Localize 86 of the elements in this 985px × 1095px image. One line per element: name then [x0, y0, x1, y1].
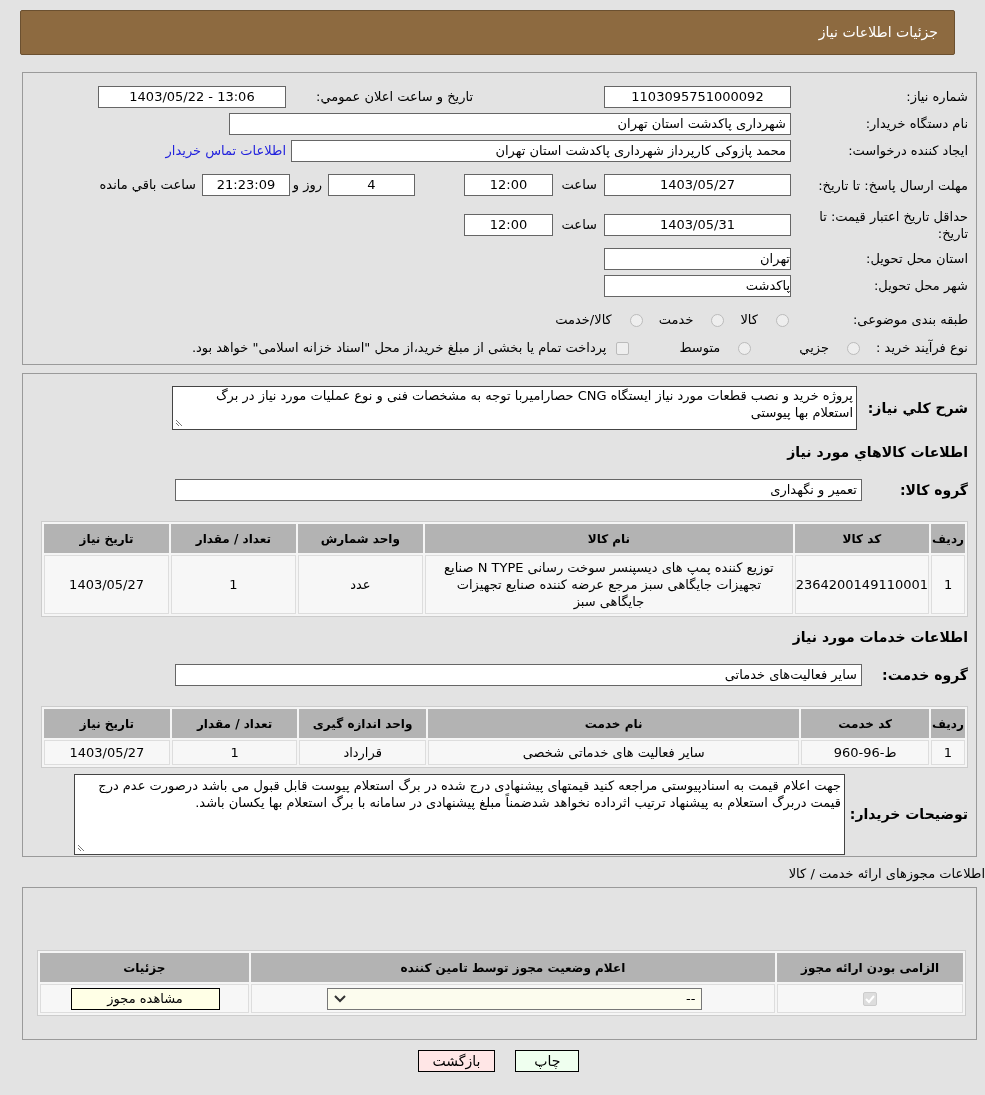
- radio-label: متوسط: [679, 339, 721, 358]
- field-label: طبقه بندی موضوعی:: [851, 311, 968, 330]
- radio-label: خدمت: [658, 311, 694, 330]
- field-label: شهر محل تحویل:: [872, 276, 968, 296]
- text-field[interactable]: شهرداری پاکدشت استان تهران: [229, 112, 791, 135]
- field-label: شماره نیاز:: [905, 87, 968, 107]
- checkbox[interactable]: [863, 991, 878, 1006]
- table-cell: 1: [931, 555, 965, 614]
- field-label: ایجاد کننده درخواست:: [847, 142, 968, 161]
- resize-grip-icon[interactable]: [77, 844, 85, 852]
- radio-button[interactable]: [776, 313, 789, 327]
- field-label: حداقل تاریخ اعتبار قیمت: تا تاریخ:: [818, 208, 968, 242]
- radio-button[interactable]: [629, 313, 643, 327]
- table-cell: عدد: [297, 555, 424, 614]
- table-cell: 1403/05/27: [44, 555, 170, 614]
- radio-label: کالا: [740, 311, 758, 330]
- text-field[interactable]: 1403/05/27: [604, 174, 791, 196]
- column-header: الزامی بودن ارائه مجوز: [777, 953, 963, 982]
- field-label: ساعت باقي مانده: [99, 176, 197, 195]
- table-cell: توزیع کننده پمپ های دیسپنسر سوخت رسانی N TYPE صنایع تجهیزات جایگاهی سبز مرجع عرضه کننده صنایع تجهیزات جایگاهی سبز: [425, 555, 793, 614]
- text-field[interactable]: تهران: [604, 247, 791, 270]
- column-header: ردیف: [931, 709, 965, 738]
- radio-button[interactable]: [711, 313, 725, 327]
- note-text: پرداخت تمام یا بخشی از مبلغ خرید،از محل "اسناد خزانه اسلامی" خواهد بود.: [191, 339, 607, 358]
- field-label: ساعت: [560, 176, 598, 195]
- resize-grip-icon[interactable]: [175, 419, 183, 427]
- radio-label: کالا/خدمت: [555, 311, 612, 330]
- text-field[interactable]: 12:00: [464, 174, 553, 196]
- chevron-down-icon[interactable]: [334, 994, 347, 1003]
- column-header: نام خدمت: [427, 709, 800, 738]
- text-area[interactable]: پروژه خرید و نصب قطعات مورد نیاز ایستگاه CNG حصارامیربا توجه به مشخصات فنی و نوع عملیات مورد نیاز در برگ استعلام بها پیوستی: [172, 386, 857, 430]
- section-title: اطلاعات مجوزهای ارائه خدمت / کالا: [788, 865, 985, 884]
- field-label: توضیحات خریدار:: [848, 805, 968, 825]
- section-title: اطلاعات خدمات مورد نیاز: [791, 628, 968, 648]
- radio-label: جزيي: [799, 339, 829, 358]
- table-cell: ط-96-960: [801, 740, 929, 765]
- field-label: مهلت ارسال پاسخ: تا تاریخ:: [817, 176, 968, 194]
- text-field[interactable]: پاکدشت: [604, 274, 791, 297]
- column-header: کد خدمت: [801, 709, 929, 738]
- table-cell: 1: [171, 555, 296, 614]
- column-header: نام کالا: [425, 524, 793, 553]
- print-button[interactable]: چاپ: [515, 1050, 580, 1072]
- column-header: تعداد / مقدار: [171, 524, 296, 553]
- text-field[interactable]: 1103095751000092: [604, 85, 791, 108]
- text-field[interactable]: تعمیر و نگهداری: [175, 479, 862, 501]
- table-cell: 1: [931, 740, 965, 765]
- status-dropdown[interactable]: --: [327, 987, 703, 1010]
- column-header: واحد شمارش: [297, 524, 424, 553]
- text-field[interactable]: سایر فعالیت‌های خدماتی: [175, 664, 862, 686]
- column-header: واحد اندازه گیری: [299, 709, 426, 738]
- text-field[interactable]: 12:00: [464, 214, 553, 236]
- column-header: تاریخ نیاز: [44, 709, 170, 738]
- field-label: گروه کالا:: [898, 480, 968, 501]
- table-cell: 2364200149110001: [794, 555, 930, 614]
- contact-link[interactable]: اطلاعات تماس خریدار: [165, 141, 286, 161]
- section-title: اطلاعات كالاهاي مورد نياز: [785, 443, 968, 463]
- back-button[interactable]: بازگشت: [417, 1050, 496, 1072]
- text-field[interactable]: 21:23:09: [202, 174, 290, 196]
- table-cell: 1403/05/27: [44, 740, 170, 765]
- table-cell: سایر فعالیت های خدماتی شخصی: [427, 740, 800, 765]
- column-header: تاریخ نیاز: [44, 524, 170, 553]
- text-field[interactable]: 4: [328, 174, 415, 196]
- text-field[interactable]: محمد پازوکی کارپرداز شهرداری پاکدشت استان تهران: [291, 140, 791, 162]
- field-label: استان محل تحویل:: [865, 249, 968, 269]
- field-label: شرح كلي نياز:: [866, 398, 968, 419]
- column-header: اعلام وضعیت مجوز توسط تامین کننده: [250, 953, 776, 982]
- view-permit-button[interactable]: مشاهده مجوز: [70, 987, 220, 1010]
- text-area[interactable]: جهت اعلام قیمت به اسنادپیوستی مراجعه کنید قیمتهای پیشنهادی درج شده در برگ استعلام پیوست قابل قبول می باشد درصورت عدم درج قیمت دربرگ استعلام به پیشنهاد ترتیب اثرداده نخواهد شدضمناً مبلغ پیشنهادی در سامانه با برگ استعلام بها یکسان باشد.: [74, 774, 845, 855]
- field-label: ساعت: [560, 216, 598, 235]
- field-label: گروه خدمت:: [881, 665, 968, 686]
- column-header: جزئیات: [40, 953, 249, 982]
- table-cell: قرارداد: [299, 740, 426, 765]
- text-field[interactable]: 1403/05/22 - 13:06: [98, 85, 286, 108]
- table-cell: 1: [171, 740, 298, 765]
- column-header: ردیف: [931, 524, 965, 553]
- column-header: تعداد / مقدار: [171, 709, 298, 738]
- radio-button[interactable]: [847, 341, 860, 355]
- column-header: کد کالا: [794, 524, 930, 553]
- page-title: جزئیات اطلاعات نیاز: [818, 23, 938, 43]
- checkbox[interactable]: [616, 341, 630, 355]
- text-field[interactable]: 1403/05/31: [604, 214, 791, 236]
- field-label: تاریخ و ساعت اعلان عمومي:: [315, 87, 473, 107]
- field-label: نوع فرآیند خرید :: [875, 338, 968, 358]
- field-label: نام دستگاه خریدار:: [864, 114, 968, 133]
- field-label: روز و: [291, 176, 323, 195]
- radio-button[interactable]: [738, 341, 752, 355]
